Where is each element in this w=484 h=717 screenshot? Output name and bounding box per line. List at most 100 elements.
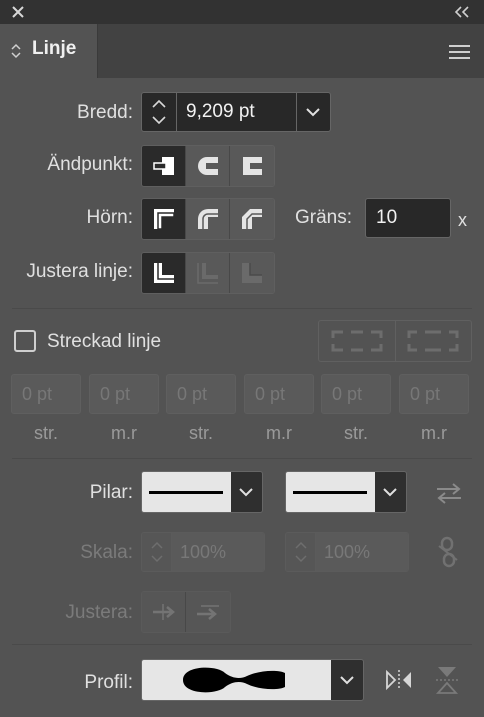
panel-tabbar: Linje [0, 24, 484, 78]
gap-value: 0 pt [100, 384, 131, 404]
tab-linje[interactable]: Linje [0, 24, 98, 78]
section-divider [12, 308, 472, 309]
dash-exact-button[interactable] [319, 321, 396, 361]
butt-cap-icon [152, 157, 174, 175]
align-stroke-label: Justera linje: [26, 261, 133, 282]
dashed-line-label: Streckad linje [47, 331, 162, 352]
width-profile-preview [142, 660, 332, 700]
dash-field-3[interactable]: 0 pt [321, 374, 391, 414]
updown-arrows-icon[interactable] [150, 96, 168, 128]
dash-field-label: str. [188, 423, 213, 443]
end-scale-stepper[interactable]: 100% [285, 532, 409, 572]
corner-buttons [141, 198, 275, 240]
flip-vertical-button[interactable] [433, 664, 461, 696]
end-arrow-preview [286, 472, 375, 512]
weight-input[interactable]: 9,209 pt [186, 101, 255, 123]
swap-arrows-button[interactable] [434, 478, 464, 508]
arrow-align-buttons [141, 591, 231, 633]
end-arrow-dropdown[interactable] [374, 472, 406, 512]
align-stroke-buttons [141, 252, 275, 294]
collapse-panel-icon[interactable] [454, 5, 470, 19]
arrows-label: Pilar: [89, 482, 133, 503]
gap-field-label: m.r [266, 423, 292, 443]
link-scale-button[interactable] [433, 535, 463, 569]
miter-limit-value: 10 [376, 207, 398, 228]
chevron-down-icon[interactable] [304, 106, 322, 118]
updown-arrows-icon [11, 43, 21, 59]
arrow-tip-at-end-button[interactable] [186, 592, 230, 632]
bevel-join-icon [242, 209, 262, 229]
chevron-down-icon [340, 676, 354, 685]
miter-join-button[interactable] [142, 199, 186, 239]
start-scale-stepper[interactable]: 100% [141, 532, 265, 572]
butt-cap-button[interactable] [142, 146, 186, 186]
width-profile-select[interactable] [141, 659, 364, 701]
section-divider [12, 644, 472, 645]
start-arrow-preview [142, 472, 231, 512]
dash-exact-icon [331, 330, 383, 352]
align-outside-button[interactable] [230, 253, 274, 293]
dash-value: 0 pt [332, 384, 363, 404]
dash-adjust-button[interactable] [396, 321, 472, 361]
miter-join-icon [153, 209, 175, 230]
dash-adjust-icon [407, 330, 459, 352]
start-arrow-dropdown[interactable] [230, 472, 262, 512]
gap-field-1[interactable]: 0 pt [89, 374, 159, 414]
weight-stepper[interactable]: 9,209 pt [141, 92, 331, 132]
scale-label: Skala: [80, 542, 133, 563]
swap-arrows-icon [437, 483, 461, 504]
gap-field-3[interactable]: 0 pt [399, 374, 469, 414]
section-divider [12, 458, 472, 459]
chevron-down-icon [383, 488, 397, 497]
dash-field-2[interactable]: 0 pt [166, 374, 236, 414]
weight-label: Bredd: [77, 102, 133, 123]
cap-label: Ändpunkt: [47, 154, 133, 175]
start-arrow-select[interactable] [141, 471, 263, 513]
square-cap-icon [243, 157, 262, 175]
width-profile-dropdown[interactable] [331, 660, 363, 700]
dash-field-label: str. [33, 423, 58, 443]
dash-value: 0 pt [177, 384, 208, 404]
align-outside-icon [242, 263, 262, 283]
gap-field-2[interactable]: 0 pt [244, 374, 314, 414]
round-cap-icon [197, 157, 218, 175]
cap-buttons [141, 145, 275, 187]
miter-limit-input[interactable]: 10 [365, 198, 451, 238]
gap-field-label: m.r [111, 423, 137, 443]
arrow-tip-beyond-icon [152, 604, 175, 620]
close-icon[interactable] [10, 4, 26, 20]
dash-mode-buttons [318, 320, 472, 362]
flip-horizontal-button[interactable] [384, 666, 414, 694]
panel-menu-icon[interactable] [449, 44, 470, 60]
corner-label: Hörn: [86, 207, 133, 228]
align-inside-button[interactable] [186, 253, 230, 293]
arrow-tip-beyond-button[interactable] [142, 592, 186, 632]
arrow-align-label: Justera: [65, 602, 133, 623]
updown-arrows-icon[interactable] [142, 533, 172, 571]
tab-label: Linje [32, 38, 77, 59]
align-inside-icon [196, 263, 218, 284]
panel-titlebar [0, 0, 484, 24]
dash-value: 0 pt [22, 384, 53, 404]
limit-label: Gräns: [295, 207, 353, 228]
gap-value: 0 pt [255, 384, 286, 404]
round-cap-button[interactable] [186, 146, 230, 186]
start-scale-value[interactable]: 100% [172, 533, 264, 571]
dash-field-1[interactable]: 0 pt [11, 374, 81, 414]
dashed-line-checkbox[interactable] [14, 330, 36, 352]
link-broken-icon [438, 536, 458, 568]
gap-field-label: m.r [421, 423, 447, 443]
align-center-icon [153, 263, 174, 283]
bevel-join-button[interactable] [230, 199, 274, 239]
round-join-icon [197, 209, 218, 229]
dash-field-label: str. [343, 423, 368, 443]
chevron-down-icon [239, 488, 253, 497]
gap-value: 0 pt [410, 384, 441, 404]
square-cap-button[interactable] [230, 146, 274, 186]
flip-vertical-icon [435, 667, 459, 694]
updown-arrows-icon[interactable] [286, 533, 316, 571]
end-scale-value[interactable]: 100% [316, 533, 408, 571]
align-center-button[interactable] [142, 253, 186, 293]
round-join-button[interactable] [186, 199, 230, 239]
end-arrow-select[interactable] [285, 471, 407, 513]
